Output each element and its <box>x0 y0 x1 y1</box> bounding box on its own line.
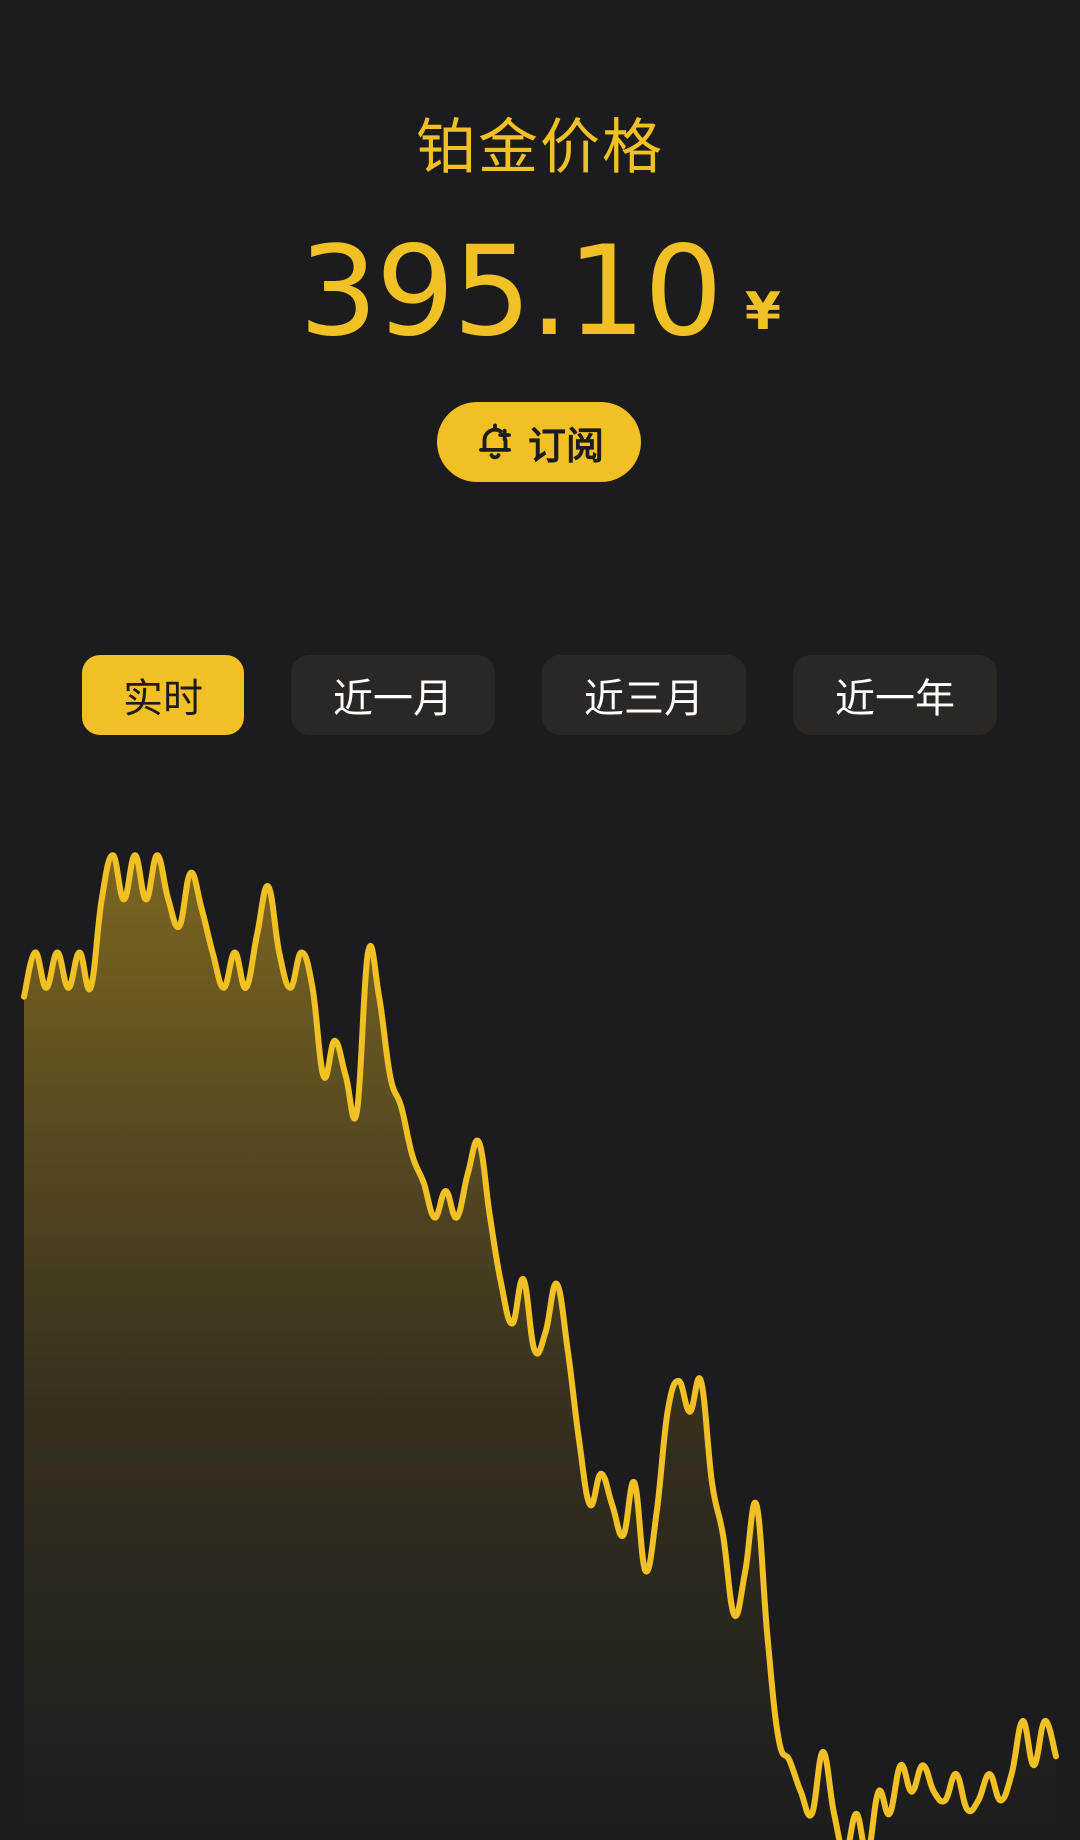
tab-1-month[interactable]: 近一月 <box>291 655 495 735</box>
tab-realtime[interactable]: 实时 <box>82 655 244 735</box>
tab-1-year[interactable]: 近一年 <box>793 655 997 735</box>
price-chart <box>21 852 1059 1840</box>
price-value: 395.10 <box>298 220 723 364</box>
subscribe-label: 订阅 <box>527 423 604 468</box>
subscribe-button[interactable]: 订阅 <box>437 402 641 482</box>
tab-label: 近三月 <box>584 676 704 722</box>
tab-3-months[interactable]: 近三月 <box>542 655 746 735</box>
price-display: 395.10 ¥ <box>0 222 1080 362</box>
tab-label: 近一年 <box>835 676 955 722</box>
page-title: 铂金价格 <box>416 113 664 183</box>
bell-plus-icon <box>474 421 516 463</box>
tab-label: 近一月 <box>333 676 453 722</box>
tab-label: 实时 <box>123 676 203 722</box>
currency-symbol: ¥ <box>744 282 782 342</box>
